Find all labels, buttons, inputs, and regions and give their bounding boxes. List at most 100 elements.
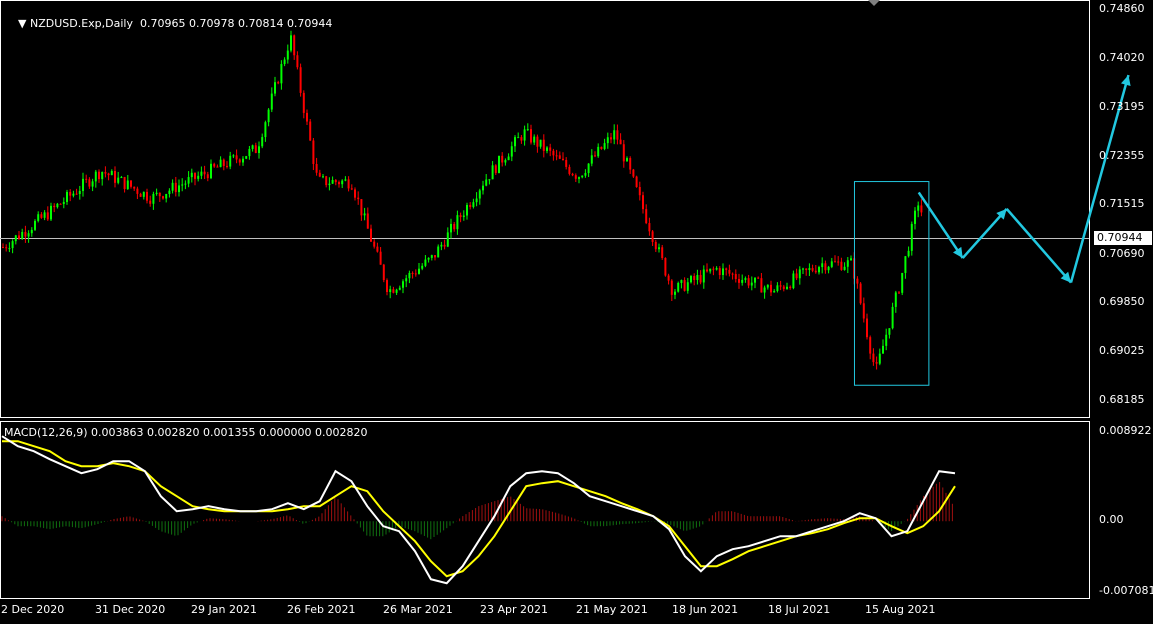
candle-body — [814, 270, 817, 273]
candle-body — [446, 232, 449, 247]
candle-body — [840, 261, 843, 270]
candle-body — [626, 158, 628, 162]
candle-body — [203, 171, 206, 175]
candle-body — [331, 180, 334, 184]
candle-body — [859, 283, 862, 304]
candle-body — [795, 273, 798, 279]
date-tick: 21 May 2021 — [576, 603, 648, 616]
candle-body — [670, 280, 673, 295]
candle-body — [443, 244, 446, 247]
candle-body — [472, 202, 475, 207]
candle-body — [875, 362, 878, 364]
candle-body — [123, 177, 126, 189]
candle-body — [235, 155, 238, 160]
candle-body — [766, 284, 769, 288]
candle-body — [536, 136, 539, 147]
candle-body — [811, 268, 814, 271]
candle-body — [792, 273, 795, 289]
candle-body — [600, 146, 603, 149]
candle-body — [357, 197, 360, 200]
date-tick: 15 Aug 2021 — [865, 603, 936, 616]
candle-body — [773, 290, 776, 293]
candle-body — [149, 200, 152, 204]
candle-body — [661, 247, 664, 259]
candle-body — [216, 166, 219, 168]
candle-body — [571, 173, 574, 176]
candle-body — [584, 173, 587, 176]
candle-body — [565, 160, 568, 167]
candle-body — [75, 193, 78, 195]
candle-body — [507, 156, 510, 161]
candle-body — [142, 191, 145, 197]
candle-body — [139, 193, 142, 197]
date-tick: 29 Jan 2021 — [191, 603, 257, 616]
candle-body — [702, 269, 705, 283]
candle-body — [94, 171, 97, 182]
candle-body — [370, 228, 372, 242]
candle-body — [437, 246, 440, 258]
candle-body — [379, 251, 382, 265]
candle-body — [392, 289, 395, 293]
candle-body — [850, 258, 852, 261]
candle-body — [485, 179, 488, 186]
candle-body — [43, 212, 46, 218]
candle-body — [699, 274, 702, 283]
candle-body — [872, 353, 875, 363]
candle-body — [190, 172, 193, 178]
candle-body — [696, 274, 699, 281]
candle-body — [158, 192, 161, 197]
candle-body — [904, 256, 907, 273]
candle-body — [606, 137, 609, 144]
chart-canvas — [0, 0, 1153, 620]
candle-body — [318, 172, 321, 177]
candle-body — [88, 179, 91, 187]
candle-body — [46, 212, 49, 220]
candle-body — [802, 268, 804, 270]
candle-body — [869, 337, 872, 354]
candle-body — [360, 199, 363, 216]
candle-body — [882, 345, 884, 354]
collapse-triangle-icon[interactable]: ▼ — [18, 17, 30, 30]
candle-body — [350, 188, 353, 190]
candle-body — [824, 263, 827, 271]
candle-body — [645, 209, 648, 224]
candle-body — [408, 272, 411, 279]
candle-body — [258, 146, 260, 154]
candle-body — [165, 194, 168, 199]
candle-body — [488, 179, 491, 181]
candle-body — [344, 179, 347, 181]
price-tick: 0.72355 — [1099, 149, 1145, 162]
candle-body — [597, 146, 600, 157]
candle-body — [40, 214, 43, 218]
candle-body — [754, 277, 756, 283]
candle-body — [72, 193, 75, 196]
candle-body — [827, 266, 830, 271]
candle-body — [725, 268, 728, 270]
candle-body — [424, 259, 427, 266]
candle-body — [427, 257, 430, 260]
candle-body — [174, 182, 177, 193]
candle-body — [686, 282, 689, 291]
price-tick: 0.74860 — [1099, 2, 1145, 15]
candle-body — [402, 281, 404, 288]
candle-body — [664, 258, 667, 276]
candle-body — [619, 139, 622, 145]
date-tick: 18 Jul 2021 — [768, 603, 831, 616]
candle-body — [491, 165, 494, 180]
candle-body — [66, 191, 68, 202]
candle-body — [706, 269, 708, 272]
candle-body — [546, 147, 548, 151]
candle-body — [136, 188, 139, 194]
candle-body — [251, 145, 254, 149]
candle-body — [786, 286, 788, 289]
candle-body — [107, 173, 110, 176]
candle-body — [878, 353, 881, 364]
candle-body — [866, 318, 868, 338]
candle-body — [171, 182, 174, 191]
candle-body — [178, 185, 180, 193]
candle-body — [651, 231, 654, 242]
candle-body — [478, 190, 481, 199]
candle-body — [578, 177, 580, 179]
candle-body — [59, 203, 62, 205]
candle-body — [104, 172, 107, 174]
